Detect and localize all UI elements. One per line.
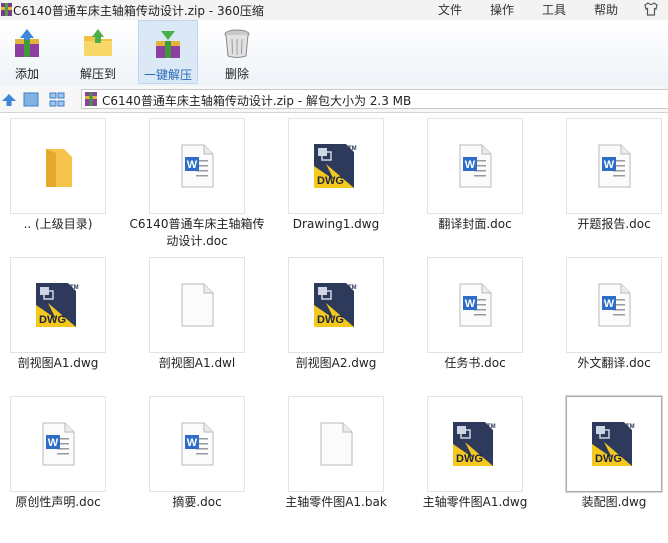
menu-operate[interactable]: 操作 xyxy=(490,1,514,18)
path-field[interactable]: C6140普通车床主轴箱传动设计.zip - 解包大小为 2.3 MB xyxy=(81,89,668,109)
file-name[interactable]: 翻译封面.doc xyxy=(406,216,544,233)
file-tile[interactable]: W xyxy=(149,118,245,214)
archive-icon xyxy=(85,92,97,106)
file-name[interactable]: 装配图.dwg xyxy=(545,494,668,511)
toolbar: 添加 解压到 一键解压 删除 xyxy=(0,20,668,86)
one-click-extract-icon xyxy=(156,31,180,58)
file-name[interactable]: 任务书.doc xyxy=(406,355,544,372)
word-doc-icon: W xyxy=(598,144,631,188)
add-button[interactable]: 添加 xyxy=(0,20,54,84)
word-doc-icon: W xyxy=(181,422,214,466)
dwg-icon: TM DWG xyxy=(453,422,496,466)
file-tile[interactable]: W xyxy=(566,257,662,353)
dwg-icon: TM DWG xyxy=(314,283,357,327)
blank-file-icon xyxy=(320,422,353,466)
extract-folder-icon xyxy=(84,29,112,56)
file-name[interactable]: 剖视图A1.dwg xyxy=(0,355,127,372)
word-letter: W xyxy=(187,437,198,449)
file-name[interactable]: C6140普通车床主轴箱传动设计.doc xyxy=(128,216,266,250)
window-title: C6140普通车床主轴箱传动设计.zip - 360压缩 xyxy=(13,4,264,18)
word-letter: W xyxy=(604,298,615,310)
extract-to-label: 解压到 xyxy=(79,67,116,81)
tm-mark: TM xyxy=(626,424,635,430)
word-doc-icon: W xyxy=(598,283,631,327)
tm-mark: TM xyxy=(348,285,357,291)
word-letter: W xyxy=(187,159,198,171)
extract-to-button[interactable]: 解压到 xyxy=(74,20,122,84)
word-letter: W xyxy=(48,437,59,449)
menu-tools[interactable]: 工具 xyxy=(542,1,566,18)
up-arrow-icon[interactable] xyxy=(1,92,17,108)
archive-app-icon xyxy=(1,3,12,16)
word-letter: W xyxy=(465,159,476,171)
file-tile[interactable]: W xyxy=(427,257,523,353)
tm-mark: TM xyxy=(70,285,79,291)
file-name[interactable]: 主轴零件图A1.dwg xyxy=(406,494,544,511)
dwg-badge: DWG xyxy=(317,175,344,187)
file-name[interactable]: 主轴零件图A1.bak xyxy=(267,494,405,511)
file-name[interactable]: 原创性声明.doc xyxy=(0,494,127,511)
file-tile[interactable]: TM DWG xyxy=(288,118,384,214)
file-name[interactable]: .. (上级目录) xyxy=(0,216,127,233)
dwg-badge: DWG xyxy=(317,314,344,326)
menu-help[interactable]: 帮助 xyxy=(594,1,618,18)
file-tile[interactable] xyxy=(149,257,245,353)
add-label: 添加 xyxy=(14,67,39,81)
folder-icon xyxy=(46,149,72,187)
file-name[interactable]: 摘要.doc xyxy=(128,494,266,511)
blank-file-icon xyxy=(181,283,214,327)
address-bar: C6140普通车床主轴箱传动设计.zip - 解包大小为 2.3 MB xyxy=(0,86,668,113)
grid-view-icon[interactable] xyxy=(49,92,65,107)
word-doc-icon: W xyxy=(181,144,214,188)
word-doc-icon: W xyxy=(459,144,492,188)
one-click-extract-button[interactable]: 一键解压 xyxy=(138,20,198,84)
file-name[interactable]: 剖视图A1.dwl xyxy=(128,355,266,372)
file-tile[interactable]: W xyxy=(427,118,523,214)
file-tile[interactable]: TM DWG xyxy=(427,396,523,492)
file-name[interactable]: 开题报告.doc xyxy=(545,216,668,233)
word-letter: W xyxy=(465,298,476,310)
skin-shirt-icon[interactable] xyxy=(643,1,659,17)
delete-button[interactable]: 删除 xyxy=(212,20,262,84)
file-tile[interactable]: W xyxy=(566,118,662,214)
file-tile[interactable]: TM DWG xyxy=(10,257,106,353)
file-tile[interactable]: W xyxy=(10,396,106,492)
dwg-badge: DWG xyxy=(39,314,66,326)
dwg-badge: DWG xyxy=(595,453,622,465)
file-tile[interactable]: W xyxy=(149,396,245,492)
word-letter: W xyxy=(604,159,615,171)
word-doc-icon: W xyxy=(42,422,75,466)
archive-path: C6140普通车床主轴箱传动设计.zip - 解包大小为 2.3 MB xyxy=(102,94,412,108)
file-name[interactable]: Drawing1.dwg xyxy=(267,216,405,233)
dwg-icon: TM DWG xyxy=(592,422,635,466)
word-doc-icon: W xyxy=(459,283,492,327)
file-tile[interactable]: TM DWG xyxy=(566,396,662,492)
dwg-icon: TM DWG xyxy=(36,283,79,327)
file-tile[interactable] xyxy=(288,396,384,492)
add-archive-icon xyxy=(15,29,39,57)
dwg-badge: DWG xyxy=(456,453,483,465)
one-click-extract-label: 一键解压 xyxy=(143,68,192,82)
tm-mark: TM xyxy=(348,146,357,152)
file-name[interactable]: 剖视图A2.dwg xyxy=(267,355,405,372)
large-icon-view-icon[interactable] xyxy=(23,92,39,107)
file-tile[interactable]: TM DWG xyxy=(288,257,384,353)
file-tile[interactable] xyxy=(10,118,106,214)
file-name[interactable]: 外文翻译.doc xyxy=(545,355,668,372)
dwg-icon: TM DWG xyxy=(314,144,357,188)
tm-mark: TM xyxy=(487,424,496,430)
delete-label: 删除 xyxy=(224,67,249,81)
trash-can-icon xyxy=(224,29,250,58)
title-bar: C6140普通车床主轴箱传动设计.zip - 360压缩 文件 操作 工具 帮助 xyxy=(0,0,668,20)
menu-file[interactable]: 文件 xyxy=(438,1,462,18)
